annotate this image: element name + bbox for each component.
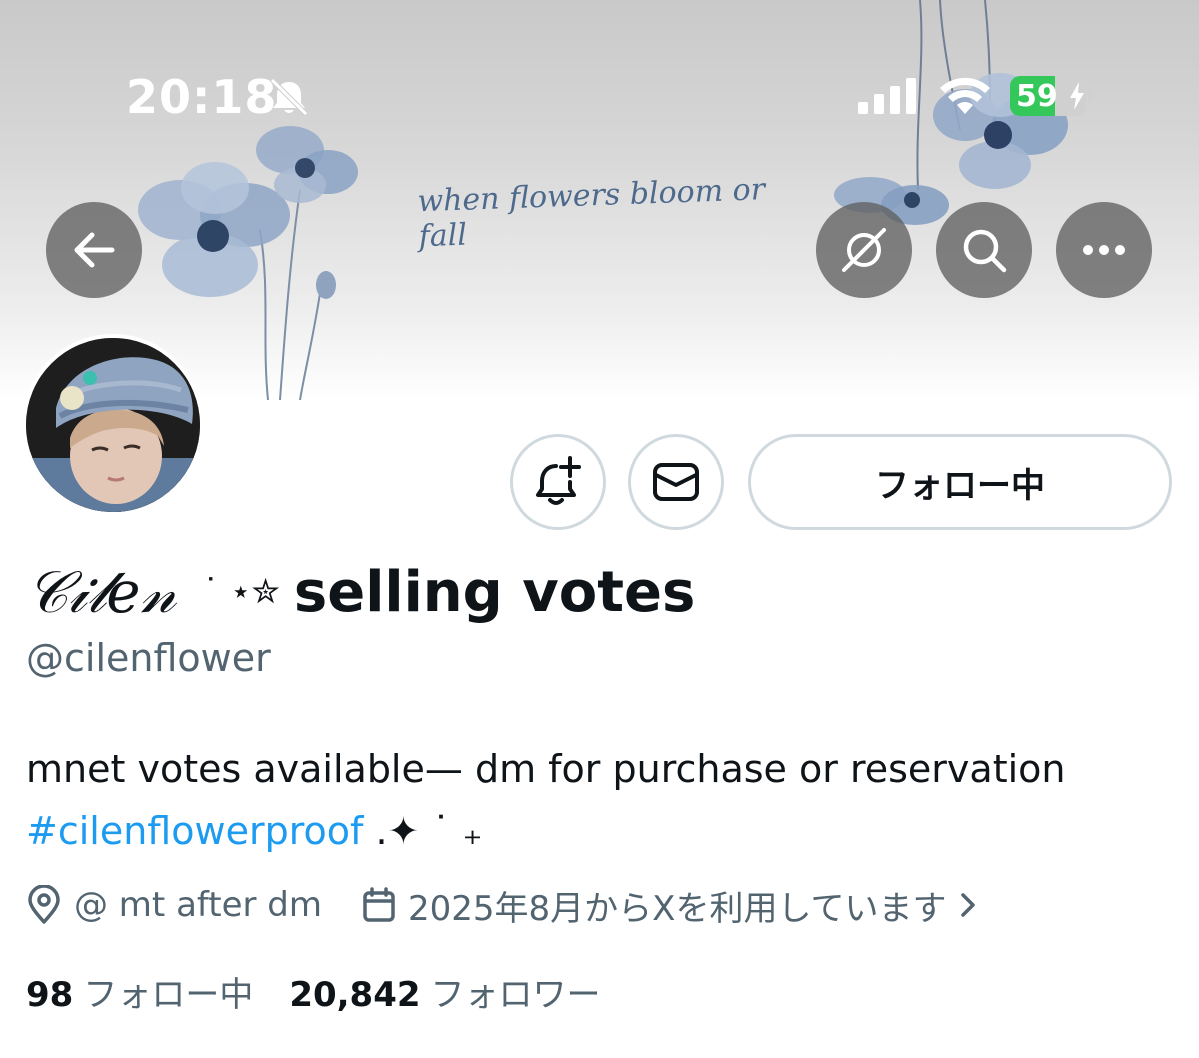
wifi-icon: [938, 76, 992, 120]
cellular-signal-icon: [858, 78, 920, 118]
location-pin-icon: [28, 885, 60, 924]
notification-button[interactable]: [510, 434, 606, 530]
more-dots-icon: [1083, 245, 1125, 255]
bio-line-2: #cilenflowerproof .✦ ˙ ₊: [26, 800, 1176, 862]
profile-meta: @ mt after dm 2025年8月からXを利用しています: [26, 880, 976, 930]
bell-slash-icon: [268, 78, 310, 120]
charging-bolt-icon: [1070, 82, 1084, 110]
bio-line-1: mnet votes available— dm for purchase or…: [26, 747, 1066, 791]
more-button[interactable]: [1056, 202, 1152, 298]
following-label: フォロー中: [83, 974, 254, 1015]
envelope-icon: [653, 463, 699, 501]
grok-button[interactable]: [816, 202, 912, 298]
follow-counts: 98 フォロー中 20,842 フォロワー: [26, 967, 601, 1016]
display-name-script: 𝒞𝒾𝓁𝑒𝓃: [26, 557, 177, 626]
search-icon: [963, 229, 1007, 273]
display-name: 𝒞𝒾𝓁𝑒𝓃 ˙ ⋆✮ selling votes: [26, 552, 695, 632]
following-count: 98: [26, 974, 74, 1015]
bio-decoration: .✦ ˙ ₊: [363, 809, 483, 853]
following-button[interactable]: フォロー中: [748, 434, 1172, 530]
search-button[interactable]: [936, 202, 1032, 298]
status-time: 20:18: [126, 70, 278, 124]
hashtag-link[interactable]: #cilenflowerproof: [26, 809, 363, 853]
calendar-icon: [363, 887, 395, 922]
bell-plus-icon: [536, 456, 581, 505]
chevron-right-icon[interactable]: [960, 892, 976, 918]
back-button[interactable]: [46, 202, 142, 298]
avatar[interactable]: [22, 334, 204, 516]
followers-link[interactable]: 20,842 フォロワー: [289, 967, 600, 1016]
message-button[interactable]: [628, 434, 724, 530]
display-name-text: selling votes: [293, 559, 696, 625]
joined-date[interactable]: 2025年8月からXを利用しています: [408, 881, 946, 930]
battery-nub: [1088, 89, 1093, 103]
profile-banner[interactable]: when flowers bloom or fall: [0, 0, 1199, 400]
followers-count: 20,842: [289, 974, 421, 1015]
avatar-image: [26, 338, 200, 512]
arrow-left-icon: [74, 232, 115, 268]
display-name-decoration: ˙ ⋆✮: [202, 572, 280, 612]
username-handle: @cilenflower: [26, 636, 271, 680]
followers-label: フォロワー: [430, 974, 601, 1015]
grok-icon: [842, 228, 886, 272]
banner-caption: when flowers bloom or fall: [416, 172, 766, 255]
following-link[interactable]: 98 フォロー中: [26, 967, 253, 1016]
left-flower: [138, 162, 290, 297]
battery-indicator: 59: [1010, 76, 1086, 116]
profile-bio: mnet votes available— dm for purchase or…: [26, 738, 1176, 862]
location-text: @ mt after dm: [74, 885, 323, 925]
battery-percentage: 59: [1016, 79, 1058, 114]
